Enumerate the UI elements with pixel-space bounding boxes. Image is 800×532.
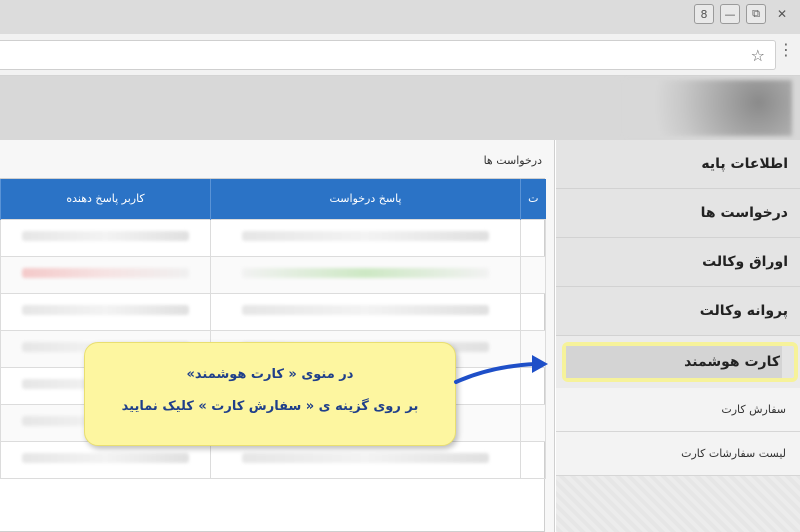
sidebar-empty-area	[556, 476, 800, 532]
browser-toolbar: ☆ ⋮	[0, 34, 800, 76]
table-row[interactable]	[0, 440, 546, 479]
table-cell	[520, 440, 546, 479]
blurred-text	[241, 453, 490, 463]
table-cell	[210, 440, 521, 479]
column-header-response[interactable]: پاسخ درخواست	[210, 179, 521, 219]
table-cell	[520, 292, 546, 331]
sidebar-subitem-order-card[interactable]: سفارش کارت	[556, 388, 800, 432]
table-row[interactable]	[0, 218, 546, 257]
minimize-button[interactable]: —	[720, 4, 740, 24]
address-bar-input[interactable]: ☆	[0, 40, 776, 70]
sidebar-item-label: اطلاعات پایه	[701, 156, 788, 172]
column-header-responder[interactable]: کاربر پاسخ دهنده	[0, 179, 211, 219]
sidebar-item-requests[interactable]: درخواست ها	[556, 189, 800, 238]
close-button[interactable]: ✕	[772, 4, 792, 24]
sidebar-item-label: کارت هوشمند	[566, 346, 782, 378]
table-cell	[0, 292, 211, 331]
browser-menu-icon[interactable]: ⋮	[778, 42, 794, 58]
window-titlebar: 8 — ⧉ ✕	[0, 0, 800, 34]
panel-title: درخواست ها	[483, 154, 542, 167]
blurred-text	[21, 231, 190, 241]
instruction-callout: در منوی « کارت هوشمند» بر روی گزینه ی « …	[84, 342, 456, 446]
table-row[interactable]	[0, 255, 546, 294]
blurred-text	[21, 268, 190, 278]
blurred-text	[21, 453, 190, 463]
app-header	[0, 76, 800, 140]
blurred-text	[241, 305, 490, 315]
sidebar-item-label: اوراق وکالت	[702, 254, 788, 270]
sidebar-item-label: درخواست ها	[700, 205, 788, 221]
pointer-arrow-icon	[454, 355, 548, 384]
sidebar-menu: اطلاعات پایه درخواست ها اوراق وکالت پروا…	[556, 140, 800, 532]
table-cell	[0, 440, 211, 479]
sidebar-item-license[interactable]: پروانه وکالت	[556, 287, 800, 336]
blurred-logo	[624, 80, 792, 136]
sidebar-subitem-label: سفارش کارت	[721, 403, 786, 416]
user-profile-icon[interactable]: 8	[694, 4, 714, 24]
sidebar-subitem-label: لیست سفارشات کارت	[681, 447, 786, 460]
bookmark-star-icon[interactable]: ☆	[751, 46, 765, 65]
table-cell	[0, 255, 211, 294]
table-cell	[520, 403, 546, 442]
blurred-text	[241, 268, 490, 278]
blurred-text	[21, 305, 190, 315]
callout-line-2: بر روی گزینه ی « سفارش کارت » کلیک نمایی…	[121, 399, 419, 414]
requests-panel: درخواست ها ت پاسخ درخواست کاربر پاسخ دهن…	[0, 140, 555, 532]
sidebar-subitem-card-orders-list[interactable]: لیست سفارشات کارت	[556, 432, 800, 476]
table-cell	[0, 218, 211, 257]
callout-line-1: در منوی « کارت هوشمند»	[186, 367, 354, 382]
table-row[interactable]	[0, 292, 546, 331]
table-cell	[520, 218, 546, 257]
table-cell	[210, 218, 521, 257]
window-controls: 8 — ⧉ ✕	[694, 4, 792, 24]
table-header-row: ت پاسخ درخواست کاربر پاسخ دهنده	[0, 179, 546, 219]
sidebar-item-basic-info[interactable]: اطلاعات پایه	[556, 140, 800, 189]
sidebar-item-smart-card[interactable]: کارت هوشمند	[562, 342, 798, 382]
blurred-text	[241, 231, 490, 241]
column-header[interactable]: ت	[520, 179, 546, 219]
sidebar-item-label: پروانه وکالت	[699, 303, 788, 319]
sidebar-item-power-of-attorney[interactable]: اوراق وکالت	[556, 238, 800, 287]
table-cell	[520, 255, 546, 294]
restore-button[interactable]: ⧉	[746, 4, 766, 24]
table-cell	[210, 255, 521, 294]
table-cell	[210, 292, 521, 331]
